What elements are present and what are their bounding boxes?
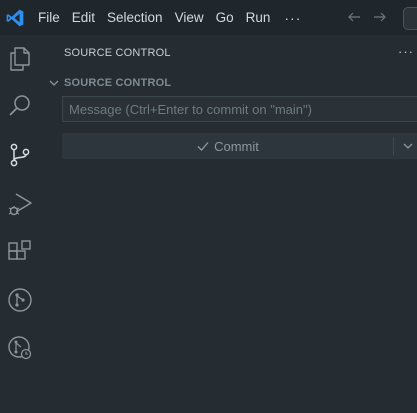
source-control-section-header[interactable]: SOURCE CONTROL	[47, 75, 171, 91]
pane-title: SOURCE CONTROL	[64, 47, 171, 59]
source-control-sidebar: SOURCE CONTROL ··· SOURCE CONTROL Commit	[41, 35, 417, 413]
menu-file[interactable]: File	[32, 0, 66, 35]
arrow-right-icon[interactable]	[372, 9, 388, 25]
menu-run[interactable]: Run	[240, 0, 277, 35]
source-control-icon[interactable]	[6, 141, 34, 169]
extensions-icon[interactable]	[6, 238, 34, 266]
search-icon[interactable]	[6, 92, 34, 120]
title-bar: File Edit Selection View Go Run ···	[0, 0, 417, 35]
pane-more-actions-button[interactable]: ···	[398, 44, 414, 59]
menu-selection[interactable]: Selection	[101, 0, 169, 35]
menu-bar: File Edit Selection View Go Run ···	[32, 0, 309, 35]
menu-view[interactable]: View	[169, 0, 210, 35]
check-icon	[197, 142, 209, 151]
activity-bar	[0, 35, 41, 413]
commit-button-label: Commit	[214, 138, 259, 154]
commit-message-input[interactable]	[62, 96, 417, 122]
menu-more-button[interactable]: ···	[276, 10, 309, 26]
run-debug-icon[interactable]	[6, 190, 34, 218]
vscode-logo-icon	[6, 9, 24, 27]
commit-button[interactable]: Commit	[62, 133, 393, 159]
menu-edit[interactable]: Edit	[66, 0, 101, 35]
command-center[interactable]	[403, 7, 417, 30]
explorer-icon[interactable]	[6, 45, 34, 73]
split-divider	[393, 137, 394, 155]
chevron-down-icon	[403, 143, 413, 149]
commit-options-dropdown[interactable]	[393, 133, 417, 159]
menu-go[interactable]: Go	[210, 0, 240, 35]
arrow-left-icon[interactable]	[346, 9, 362, 25]
chevron-down-icon	[49, 80, 59, 86]
git-history-icon[interactable]	[6, 334, 34, 362]
git-graph-icon[interactable]	[6, 286, 34, 314]
section-title: SOURCE CONTROL	[64, 77, 172, 89]
